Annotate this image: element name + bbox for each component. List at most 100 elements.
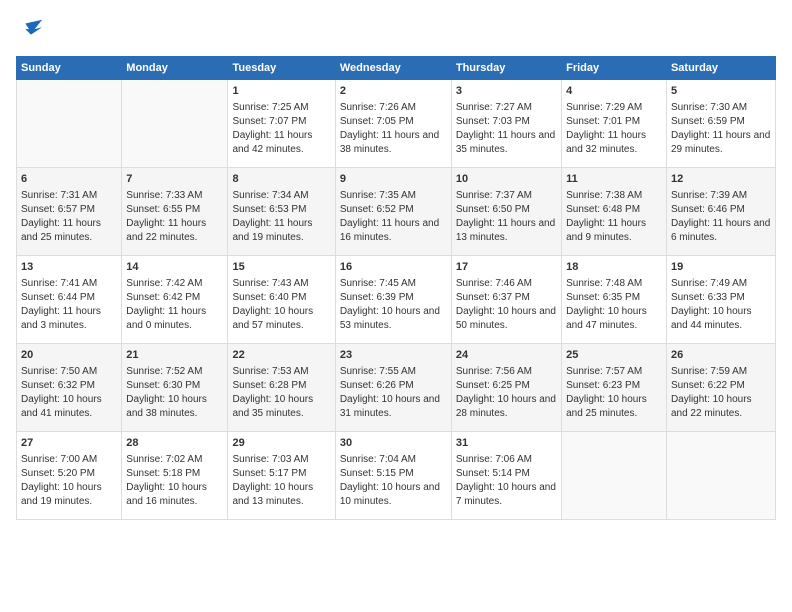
day-info: Daylight: 11 hours and 32 minutes. bbox=[566, 129, 662, 157]
day-info: Sunset: 6:50 PM bbox=[456, 203, 557, 217]
day-number: 24 bbox=[456, 348, 557, 363]
day-number: 4 bbox=[566, 84, 662, 99]
day-info: Sunset: 6:55 PM bbox=[126, 203, 223, 217]
calendar-cell: 27Sunrise: 7:00 AMSunset: 5:20 PMDayligh… bbox=[17, 432, 122, 520]
calendar-cell: 9Sunrise: 7:35 AMSunset: 6:52 PMDaylight… bbox=[335, 168, 451, 256]
day-info: Daylight: 10 hours and 38 minutes. bbox=[126, 393, 223, 421]
calendar-cell: 13Sunrise: 7:41 AMSunset: 6:44 PMDayligh… bbox=[17, 256, 122, 344]
calendar-cell: 21Sunrise: 7:52 AMSunset: 6:30 PMDayligh… bbox=[122, 344, 228, 432]
day-number: 20 bbox=[21, 348, 117, 363]
calendar-cell: 4Sunrise: 7:29 AMSunset: 7:01 PMDaylight… bbox=[562, 80, 667, 168]
day-number: 13 bbox=[21, 260, 117, 275]
day-number: 9 bbox=[340, 172, 447, 187]
calendar-cell: 29Sunrise: 7:03 AMSunset: 5:17 PMDayligh… bbox=[228, 432, 335, 520]
day-info: Sunrise: 7:50 AM bbox=[21, 365, 117, 379]
day-info: Sunset: 7:05 PM bbox=[340, 115, 447, 129]
day-info: Sunrise: 7:27 AM bbox=[456, 101, 557, 115]
calendar-cell: 19Sunrise: 7:49 AMSunset: 6:33 PMDayligh… bbox=[666, 256, 775, 344]
day-info: Sunset: 6:33 PM bbox=[671, 291, 771, 305]
day-info: Sunset: 6:40 PM bbox=[232, 291, 330, 305]
calendar-week-row: 13Sunrise: 7:41 AMSunset: 6:44 PMDayligh… bbox=[17, 256, 776, 344]
calendar-cell: 7 Sunrise: 7:33 AMSunset: 6:55 PMDaylight… bbox=[122, 168, 228, 256]
day-info: Sunrise: 7:42 AM bbox=[126, 277, 223, 291]
day-number: 12 bbox=[671, 172, 771, 187]
day-number: 8 bbox=[232, 172, 330, 187]
calendar-cell: 6Sunrise: 7:31 AMSunset: 6:57 PMDaylight… bbox=[17, 168, 122, 256]
day-number: 7 bbox=[126, 172, 223, 187]
day-info: Sunset: 6:46 PM bbox=[671, 203, 771, 217]
day-info: Daylight: 11 hours and 42 minutes. bbox=[232, 129, 330, 157]
day-info: Sunset: 6:23 PM bbox=[566, 379, 662, 393]
day-number: 1 bbox=[232, 84, 330, 99]
day-info: Sunrise: 7:33 AM bbox=[126, 189, 223, 203]
calendar-cell: 2Sunrise: 7:26 AMSunset: 7:05 PMDaylight… bbox=[335, 80, 451, 168]
page-header bbox=[16, 16, 776, 44]
day-info: Daylight: 11 hours and 22 minutes. bbox=[126, 217, 223, 245]
day-info: Daylight: 11 hours and 19 minutes. bbox=[232, 217, 330, 245]
day-info: Sunset: 6:39 PM bbox=[340, 291, 447, 305]
day-info: Daylight: 10 hours and 53 minutes. bbox=[340, 305, 447, 333]
day-info: Sunset: 5:15 PM bbox=[340, 467, 447, 481]
day-info: Sunrise: 7:34 AM bbox=[232, 189, 330, 203]
day-info: Daylight: 11 hours and 13 minutes. bbox=[456, 217, 557, 245]
calendar-table: SundayMondayTuesdayWednesdayThursdayFrid… bbox=[16, 56, 776, 520]
day-info: Sunset: 5:14 PM bbox=[456, 467, 557, 481]
day-number: 27 bbox=[21, 436, 117, 451]
day-info: Sunset: 6:28 PM bbox=[232, 379, 330, 393]
day-number: 6 bbox=[21, 172, 117, 187]
calendar-cell: 11Sunrise: 7:38 AMSunset: 6:48 PMDayligh… bbox=[562, 168, 667, 256]
day-info: Daylight: 10 hours and 57 minutes. bbox=[232, 305, 330, 333]
calendar-cell: 25Sunrise: 7:57 AMSunset: 6:23 PMDayligh… bbox=[562, 344, 667, 432]
day-info: Sunrise: 7:57 AM bbox=[566, 365, 662, 379]
calendar-cell: 24Sunrise: 7:56 AMSunset: 6:25 PMDayligh… bbox=[451, 344, 561, 432]
calendar-cell: 14Sunrise: 7:42 AMSunset: 6:42 PMDayligh… bbox=[122, 256, 228, 344]
day-info: Sunset: 6:52 PM bbox=[340, 203, 447, 217]
calendar-cell: 18Sunrise: 7:48 AMSunset: 6:35 PMDayligh… bbox=[562, 256, 667, 344]
day-info: Sunset: 6:59 PM bbox=[671, 115, 771, 129]
day-info: Sunrise: 7:06 AM bbox=[456, 453, 557, 467]
day-info: Daylight: 10 hours and 50 minutes. bbox=[456, 305, 557, 333]
day-of-week-header: Friday bbox=[562, 57, 667, 80]
day-info: Daylight: 11 hours and 9 minutes. bbox=[566, 217, 662, 245]
day-number: 31 bbox=[456, 436, 557, 451]
day-info: Sunset: 7:07 PM bbox=[232, 115, 330, 129]
day-number: 28 bbox=[126, 436, 223, 451]
day-number: 22 bbox=[232, 348, 330, 363]
day-info: Daylight: 11 hours and 0 minutes. bbox=[126, 305, 223, 333]
day-of-week-header: Wednesday bbox=[335, 57, 451, 80]
day-info: Daylight: 10 hours and 35 minutes. bbox=[232, 393, 330, 421]
day-info: Daylight: 10 hours and 22 minutes. bbox=[671, 393, 771, 421]
calendar-cell bbox=[562, 432, 667, 520]
day-info: Sunrise: 7:43 AM bbox=[232, 277, 330, 291]
day-info: Daylight: 10 hours and 19 minutes. bbox=[21, 481, 117, 509]
calendar-week-row: 1Sunrise: 7:25 AMSunset: 7:07 PMDaylight… bbox=[17, 80, 776, 168]
day-info: Daylight: 11 hours and 29 minutes. bbox=[671, 129, 771, 157]
day-info: Sunset: 7:03 PM bbox=[456, 115, 557, 129]
day-number: 15 bbox=[232, 260, 330, 275]
calendar-cell: 16Sunrise: 7:45 AMSunset: 6:39 PMDayligh… bbox=[335, 256, 451, 344]
calendar-cell: 26Sunrise: 7:59 AMSunset: 6:22 PMDayligh… bbox=[666, 344, 775, 432]
calendar-cell: 1Sunrise: 7:25 AMSunset: 7:07 PMDaylight… bbox=[228, 80, 335, 168]
day-info: Sunrise: 7:37 AM bbox=[456, 189, 557, 203]
day-of-week-header: Thursday bbox=[451, 57, 561, 80]
day-of-week-header: Tuesday bbox=[228, 57, 335, 80]
day-info: Sunrise: 7:39 AM bbox=[671, 189, 771, 203]
day-info: Daylight: 11 hours and 25 minutes. bbox=[21, 217, 117, 245]
day-info: Sunset: 5:17 PM bbox=[232, 467, 330, 481]
day-info: Sunrise: 7:41 AM bbox=[21, 277, 117, 291]
day-info: Daylight: 10 hours and 13 minutes. bbox=[232, 481, 330, 509]
calendar-week-row: 20Sunrise: 7:50 AMSunset: 6:32 PMDayligh… bbox=[17, 344, 776, 432]
day-info: Sunrise: 7:46 AM bbox=[456, 277, 557, 291]
day-number: 29 bbox=[232, 436, 330, 451]
day-info: Daylight: 10 hours and 25 minutes. bbox=[566, 393, 662, 421]
calendar-cell: 20Sunrise: 7:50 AMSunset: 6:32 PMDayligh… bbox=[17, 344, 122, 432]
day-info: Daylight: 10 hours and 10 minutes. bbox=[340, 481, 447, 509]
day-info: Sunset: 7:01 PM bbox=[566, 115, 662, 129]
calendar-cell: 31Sunrise: 7:06 AMSunset: 5:14 PMDayligh… bbox=[451, 432, 561, 520]
day-number: 19 bbox=[671, 260, 771, 275]
day-info: Sunset: 5:18 PM bbox=[126, 467, 223, 481]
day-number: 14 bbox=[126, 260, 223, 275]
day-info: Daylight: 11 hours and 16 minutes. bbox=[340, 217, 447, 245]
calendar-week-row: 27Sunrise: 7:00 AMSunset: 5:20 PMDayligh… bbox=[17, 432, 776, 520]
calendar-cell: 28Sunrise: 7:02 AMSunset: 5:18 PMDayligh… bbox=[122, 432, 228, 520]
